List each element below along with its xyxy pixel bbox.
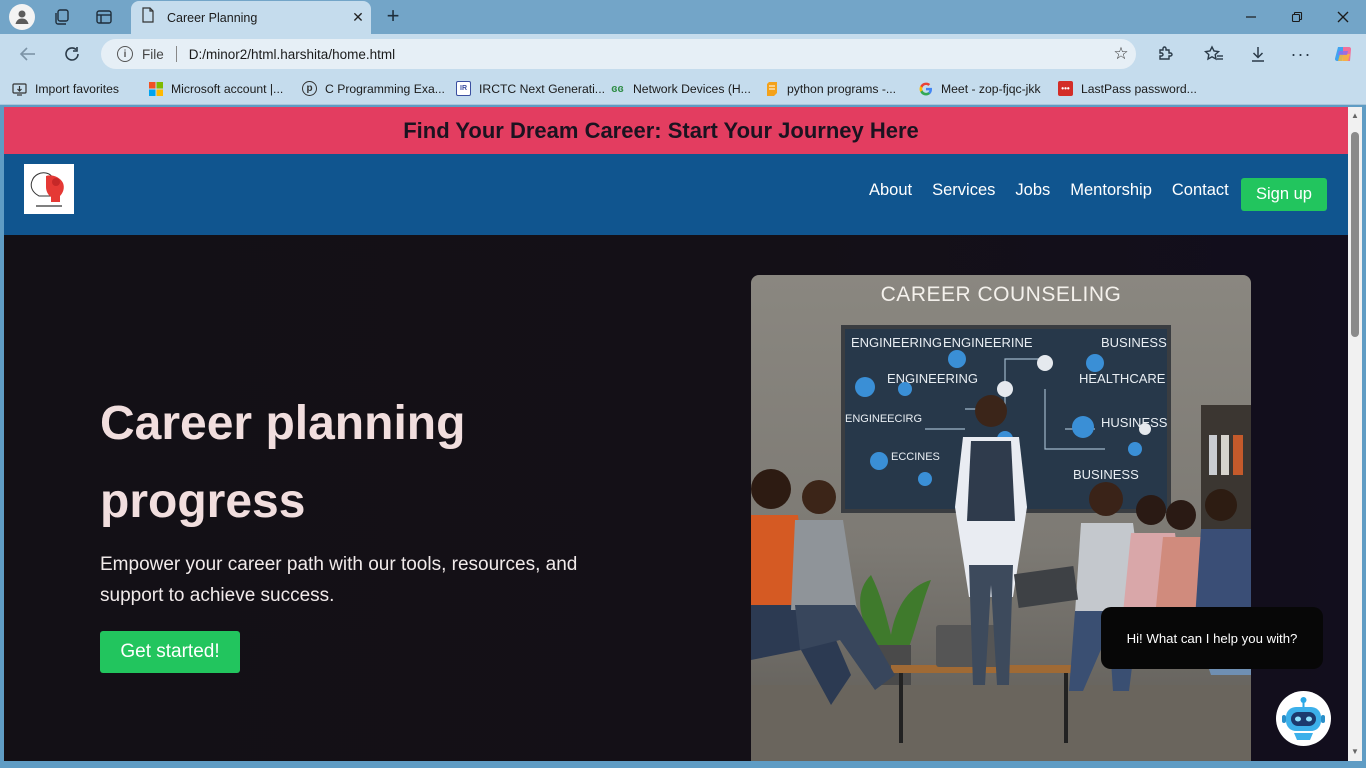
page-viewport: Find Your Dream Career: Start Your Journ… (4, 107, 1348, 761)
favorite-c-programming[interactable]: p C Programming Exa... (302, 81, 445, 96)
scrollbar-thumb[interactable] (1351, 132, 1359, 337)
vertical-scrollbar[interactable]: ▲ ▼ (1348, 107, 1362, 761)
downloads-icon[interactable] (1246, 43, 1270, 65)
tab-title: Career Planning (167, 10, 258, 25)
get-started-button[interactable]: Get started! (100, 631, 240, 673)
minimize-window-icon[interactable] (1228, 0, 1274, 34)
counseling-people-illustration (751, 395, 1251, 743)
address-divider (175, 46, 177, 62)
copilot-icon[interactable] (1332, 43, 1356, 65)
chatbot-robot-icon[interactable] (1276, 691, 1331, 746)
google-icon (918, 81, 933, 96)
active-tab[interactable]: Career Planning ✕ (131, 1, 371, 34)
career-counseling-image: CAREER COUNSELING ENGINEERING ENGINEERIN… (751, 275, 1251, 761)
close-tab-icon[interactable]: ✕ (345, 9, 371, 26)
nav-mentorship[interactable]: Mentorship (1070, 181, 1152, 200)
scheme-label: File (142, 46, 164, 62)
favorite-lastpass[interactable]: ••• LastPass password... (1058, 81, 1197, 96)
address-bar[interactable]: i File D:/minor2/html.harshita/home.html… (101, 39, 1136, 69)
url-text[interactable]: D:/minor2/html.harshita/home.html (189, 47, 1106, 62)
microsoft-logo-icon (148, 81, 163, 96)
site-info-icon[interactable]: i (117, 46, 133, 62)
nav-contact[interactable]: Contact (1172, 181, 1229, 200)
image-heading: CAREER COUNSELING (880, 283, 1122, 306)
page-document-icon (141, 7, 155, 28)
scroll-up-arrow-icon[interactable]: ▲ (1350, 111, 1360, 120)
nav-services[interactable]: Services (932, 181, 995, 200)
favorite-label: IRCTC Next Generati... (479, 81, 605, 96)
favorite-import[interactable]: Import favorites (12, 81, 119, 96)
programiz-icon: p (302, 81, 317, 96)
browser-tab-strip: Career Planning ✕ + (0, 0, 1366, 34)
close-window-icon[interactable] (1320, 0, 1366, 34)
favorites-bar: Import favorites Microsoft account |... … (0, 74, 1366, 105)
favorite-label: Network Devices (H... (633, 81, 751, 96)
lastpass-icon: ••• (1058, 81, 1073, 96)
gfg-icon: ɞɞ (611, 82, 624, 95)
nav-about[interactable]: About (869, 181, 912, 200)
hero-section: Career planning progress Empower your ca… (4, 235, 1348, 761)
favorites-list-icon[interactable] (1202, 43, 1226, 65)
new-tab-button[interactable]: + (382, 5, 404, 27)
back-arrow-icon[interactable] (16, 42, 40, 66)
chatbot-greeting-bubble[interactable]: Hi! What can I help you with? (1101, 607, 1323, 669)
favorite-python-programs[interactable]: python programs -... (764, 81, 896, 96)
nav-links: About Services Jobs Mentorship Contact (869, 181, 1249, 200)
restore-window-icon[interactable] (1274, 0, 1320, 34)
scroll-down-arrow-icon[interactable]: ▼ (1350, 747, 1360, 756)
favorite-microsoft-account[interactable]: Microsoft account |... (148, 81, 283, 96)
tab-actions-icon[interactable] (92, 5, 116, 29)
window-bottom-edge (0, 761, 1366, 768)
favorite-meet[interactable]: Meet - zop-fjqc-jkk (918, 81, 1041, 96)
site-navbar: About Services Jobs Mentorship Contact S… (4, 154, 1348, 235)
favorite-star-icon[interactable]: ☆ (1106, 44, 1136, 64)
document-icon (764, 81, 779, 96)
refresh-icon[interactable] (60, 42, 84, 66)
favorite-label: python programs -... (787, 81, 897, 96)
favorite-label: Microsoft account |... (171, 81, 284, 96)
nav-jobs[interactable]: Jobs (1015, 181, 1050, 200)
site-logo[interactable] (24, 164, 74, 214)
favorite-network-devices[interactable]: ɞɞ Network Devices (H... (610, 81, 751, 96)
extensions-icon[interactable] (1153, 43, 1177, 65)
signup-button[interactable]: Sign up (1241, 178, 1327, 211)
irctc-icon: IR (456, 81, 471, 96)
favorite-label: C Programming Exa... (325, 81, 445, 96)
favorite-label: Import favorites (35, 81, 119, 96)
hero-subtitle: Empower your career path with our tools,… (100, 554, 578, 606)
more-options-icon[interactable]: ··· (1289, 43, 1313, 65)
address-toolbar: i File D:/minor2/html.harshita/home.html… (0, 34, 1366, 74)
hero-title: Career planning progress (100, 397, 466, 528)
workspaces-icon[interactable] (50, 5, 74, 29)
favorite-label: Meet - zop-fjqc-jkk (941, 81, 1041, 96)
favorite-label: LastPass password... (1081, 81, 1197, 96)
favorite-irctc[interactable]: IR IRCTC Next Generati... (456, 81, 605, 96)
banner-text: Find Your Dream Career: Start Your Journ… (403, 117, 919, 143)
profile-avatar-icon[interactable] (9, 4, 35, 30)
announcement-banner: Find Your Dream Career: Start Your Journ… (4, 107, 1348, 154)
chatbot-greeting-text: Hi! What can I help you with? (1126, 630, 1298, 646)
import-icon (12, 81, 27, 96)
